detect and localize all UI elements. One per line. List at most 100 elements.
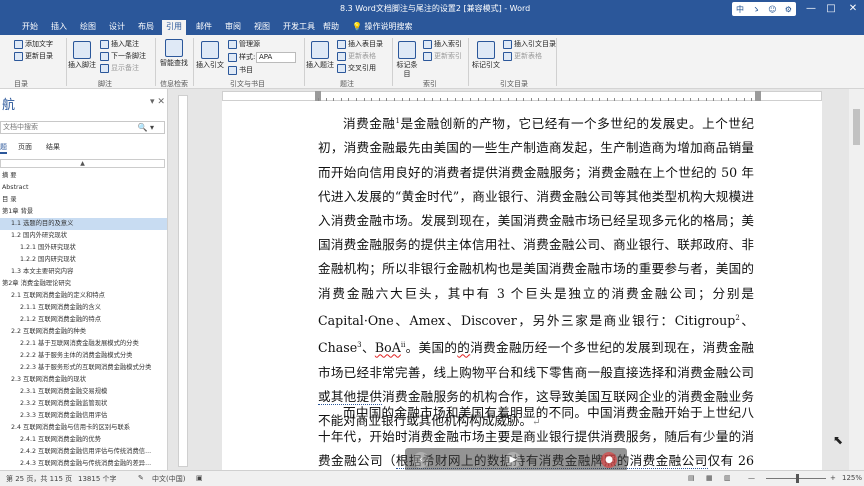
add-text-button[interactable]: 添加文字 bbox=[14, 39, 53, 49]
tab-help[interactable]: 帮助 bbox=[319, 20, 343, 35]
right-indent-marker[interactable] bbox=[755, 91, 761, 101]
nav-heading-item[interactable]: 2.3.2 互联网消费金融监管现状 bbox=[0, 398, 167, 410]
nav-heading-item[interactable]: 1.1 选题的目的及意义 bbox=[0, 218, 167, 230]
update-table-button[interactable]: 更新表格 bbox=[337, 51, 376, 61]
tell-me-search[interactable]: 💡 操作说明搜索 bbox=[352, 21, 413, 32]
nav-heading-item[interactable]: 1.3 本文主要研究内容 bbox=[0, 266, 167, 278]
ime-emoji-icon[interactable]: ☺ bbox=[768, 5, 776, 14]
search-icon[interactable]: 🔍 ▾ bbox=[137, 122, 154, 133]
ime-toolbar[interactable]: 中 ゝ ☺ ⚙ bbox=[732, 2, 796, 16]
nav-heading-item[interactable]: 2.3 互联网消费金融的现状 bbox=[0, 374, 167, 386]
maximize-icon[interactable]: □ bbox=[820, 1, 842, 16]
insert-footnote-button[interactable]: 插入脚注 bbox=[68, 41, 96, 70]
insert-table-of-authorities-button[interactable]: 插入引文目录 bbox=[503, 39, 556, 49]
mark-entry-button[interactable]: 标记条目 bbox=[394, 41, 420, 79]
tab-draw[interactable]: 绘图 bbox=[76, 20, 100, 35]
smart-lookup-button[interactable]: 智能查找 bbox=[160, 39, 188, 68]
bibliography-button[interactable]: 书目 bbox=[228, 65, 253, 75]
nav-tab-pages[interactable]: 页面 bbox=[18, 142, 32, 152]
update-index-button[interactable]: 更新索引 bbox=[423, 51, 462, 61]
zoom-slider-knob[interactable] bbox=[796, 474, 799, 483]
nav-heading-item[interactable]: 1.2 国内外研究现状 bbox=[0, 230, 167, 242]
nav-heading-item[interactable]: 2.3.1 互联网消费金融交易规模 bbox=[0, 386, 167, 398]
insert-endnote-button[interactable]: 插入尾注 bbox=[100, 39, 139, 49]
insert-citation-button[interactable]: 插入引文 bbox=[195, 41, 225, 70]
tab-view[interactable]: 视图 bbox=[250, 20, 274, 35]
nav-tab-headings[interactable]: 题 bbox=[0, 142, 7, 154]
collapse-all-button[interactable]: ▲ bbox=[0, 159, 165, 168]
horizontal-ruler[interactable] bbox=[222, 91, 822, 101]
nav-close-icon[interactable]: ▾ ✕ bbox=[150, 97, 165, 107]
minimize-icon[interactable]: — bbox=[800, 1, 822, 16]
tab-review[interactable]: 审阅 bbox=[221, 20, 245, 35]
manage-sources-button[interactable]: 管理源 bbox=[228, 39, 260, 49]
nav-tab-results[interactable]: 结果 bbox=[46, 142, 60, 152]
insert-index-button[interactable]: 插入索引 bbox=[423, 39, 462, 49]
ime-punct-icon[interactable]: ゝ bbox=[752, 4, 760, 15]
style-select[interactable]: APA bbox=[256, 52, 296, 63]
nav-heading-item[interactable]: 2.1.2 互联网消费金融的特点 bbox=[0, 314, 167, 326]
page-count[interactable]: 第 25 页，共 115 页 bbox=[6, 474, 72, 484]
nav-search-input[interactable]: 文档中搜索 🔍 ▾ bbox=[0, 121, 165, 134]
nav-heading-item[interactable]: 2.3.3 互联网消费金融信用评估 bbox=[0, 410, 167, 422]
insert-table-of-figures-button[interactable]: 插入表目录 bbox=[337, 39, 383, 49]
nav-heading-item[interactable]: 2.2.1 基于互联网消费金融发展模式的分类 bbox=[0, 338, 167, 350]
ime-chinese-icon[interactable]: 中 bbox=[736, 4, 744, 15]
language[interactable]: 中文(中国) bbox=[152, 474, 185, 484]
scroll-thumb[interactable] bbox=[853, 109, 860, 145]
nav-heading-item[interactable]: 2.4.1 互联网消费金融的优势 bbox=[0, 434, 167, 446]
endnote-icon bbox=[100, 39, 109, 49]
tab-references[interactable]: 引用 bbox=[162, 20, 186, 35]
paragraph-1[interactable]: 消费金融1是金融创新的产物，它已经有一个多世纪的发展史。上个世纪初，消费金融最先… bbox=[318, 109, 754, 435]
nav-heading-item[interactable]: 1.2.2 国内研究现状 bbox=[0, 254, 167, 266]
nav-heading-item[interactable]: 2.2.2 基于服务主体的消费金融模式分类 bbox=[0, 350, 167, 362]
update-toc-button[interactable]: 更新目录 bbox=[14, 51, 53, 61]
mark-citation-button[interactable]: 标记引文 bbox=[472, 41, 500, 70]
nav-heading-item[interactable]: 2.4.2 互联网消费金融信用评估与传统消费信... bbox=[0, 446, 167, 458]
zoom-out-icon[interactable]: — bbox=[748, 474, 755, 482]
nav-heading-item[interactable]: 2.4.3 互联网消费金融与传统消费金融的差异... bbox=[0, 458, 167, 470]
video-controls-overlay[interactable]: ‹ ▶ ● bbox=[405, 448, 627, 472]
record-icon[interactable]: ● bbox=[601, 452, 617, 468]
close-icon[interactable]: ✕ bbox=[842, 1, 864, 16]
vertical-scrollbar[interactable] bbox=[849, 89, 864, 470]
web-layout-icon[interactable]: ▥ bbox=[724, 474, 731, 482]
ime-settings-icon[interactable]: ⚙ bbox=[785, 5, 792, 14]
macro-icon[interactable]: ▣ bbox=[196, 474, 203, 482]
tab-insert[interactable]: 插入 bbox=[47, 20, 71, 35]
nav-heading-item[interactable]: Abstract bbox=[0, 182, 167, 194]
citation-icon bbox=[201, 41, 219, 59]
print-layout-icon[interactable]: ▦ bbox=[706, 474, 713, 482]
zoom-level[interactable]: 125% bbox=[842, 474, 862, 482]
read-mode-icon[interactable]: ▤ bbox=[688, 474, 695, 482]
nav-heading-item[interactable]: 2.2 互联网消费金融的种类 bbox=[0, 326, 167, 338]
tab-developer[interactable]: 开发工具 bbox=[279, 20, 319, 35]
document-page[interactable]: 消费金融1是金融创新的产物，它已经有一个多世纪的发展史。上个世纪初，消费金融最先… bbox=[222, 101, 822, 470]
nav-heading-item[interactable]: 2.4 互联网消费金融与信用卡的区别与联系 bbox=[0, 422, 167, 434]
nav-heading-item[interactable]: 目 录 bbox=[0, 194, 167, 206]
zoom-in-icon[interactable]: + bbox=[830, 474, 836, 482]
back-icon[interactable]: ‹ bbox=[413, 452, 429, 468]
nav-heading-item[interactable]: 2.1 互联网消费金融的定义和特点 bbox=[0, 290, 167, 302]
tab-home[interactable]: 开始 bbox=[18, 20, 42, 35]
nav-heading-item[interactable]: 2.1.1 互联网消费金融的含义 bbox=[0, 302, 167, 314]
tab-design[interactable]: 设计 bbox=[105, 20, 129, 35]
tab-layout[interactable]: 布局 bbox=[134, 20, 158, 35]
word-count[interactable]: 13815 个字 bbox=[78, 474, 117, 484]
update-authorities-button[interactable]: 更新表格 bbox=[503, 51, 542, 61]
show-notes-button[interactable]: 显示备注 bbox=[100, 63, 139, 73]
play-icon[interactable]: ▶ bbox=[505, 452, 521, 468]
insert-caption-button[interactable]: 插入题注 bbox=[306, 41, 334, 70]
tab-mailings[interactable]: 邮件 bbox=[192, 20, 216, 35]
refresh-icon bbox=[423, 51, 432, 61]
proofing-icon[interactable]: ✎ bbox=[138, 474, 144, 482]
cross-reference-button[interactable]: 交叉引用 bbox=[337, 63, 376, 73]
nav-heading-item[interactable]: 第1章 背景 bbox=[0, 206, 167, 218]
nav-heading-item[interactable]: 摘 要 bbox=[0, 170, 167, 182]
next-footnote-button[interactable]: 下一条脚注 bbox=[100, 51, 146, 61]
nav-heading-item[interactable]: 第2章 消费金融理论研究 bbox=[0, 278, 167, 290]
nav-heading-item[interactable]: 1.2.1 国外研究现状 bbox=[0, 242, 167, 254]
spelling-error[interactable]: BoA bbox=[375, 340, 401, 355]
nav-heading-item[interactable]: 2.2.3 基于服务形式的互联网消费金融模式分类 bbox=[0, 362, 167, 374]
grammar-error[interactable]: 的 bbox=[457, 340, 470, 355]
